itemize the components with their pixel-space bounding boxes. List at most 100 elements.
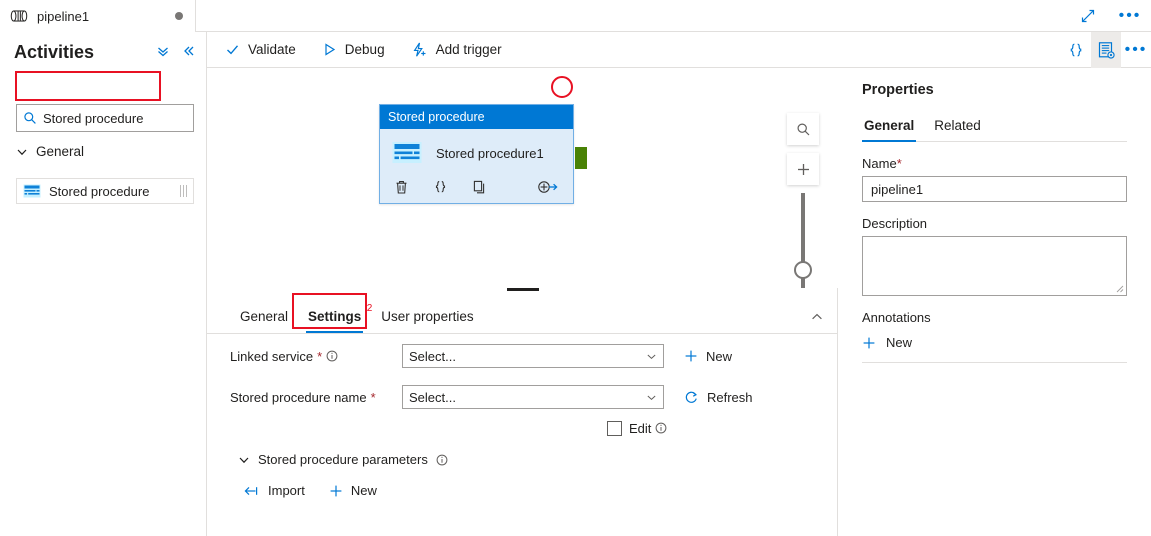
validate-label: Validate bbox=[248, 42, 296, 57]
node-header-label: Stored procedure bbox=[388, 110, 485, 124]
unsaved-changes-dot bbox=[175, 12, 183, 20]
properties-list-icon[interactable] bbox=[1091, 32, 1121, 68]
node-header: Stored procedure bbox=[380, 105, 573, 129]
activity-group-general[interactable]: General bbox=[16, 144, 84, 159]
chevron-up-icon[interactable] bbox=[810, 310, 824, 327]
search-input-value: Stored procedure bbox=[43, 111, 143, 126]
panel-resize-handle[interactable] bbox=[507, 288, 539, 291]
activity-item-stored-procedure[interactable]: Stored procedure bbox=[16, 178, 194, 204]
activity-item-label: Stored procedure bbox=[49, 184, 172, 199]
checkmark-icon bbox=[225, 42, 240, 57]
add-trigger-button[interactable]: Add trigger bbox=[409, 36, 504, 64]
new-annotation-button[interactable]: New bbox=[862, 335, 1127, 363]
new-parameter-label: New bbox=[351, 483, 377, 498]
activities-header-icons bbox=[156, 44, 196, 61]
linked-service-value: Select... bbox=[409, 349, 646, 364]
settings-form: Linked service * Select... bbox=[207, 344, 838, 498]
refresh-button[interactable]: Refresh bbox=[684, 390, 753, 405]
debug-label: Debug bbox=[345, 42, 385, 57]
tab-user-properties-label: User properties bbox=[381, 309, 473, 324]
required-asterisk: * bbox=[897, 156, 902, 171]
new-linked-service-label: New bbox=[706, 349, 732, 364]
linked-service-select[interactable]: Select... bbox=[402, 344, 664, 368]
edit-checkbox-label-text: Edit bbox=[629, 421, 651, 436]
activities-header: Activities bbox=[14, 42, 196, 63]
refresh-label: Refresh bbox=[707, 390, 753, 405]
edit-checkbox[interactable] bbox=[607, 421, 622, 436]
import-arrow-icon bbox=[244, 484, 260, 498]
search-input-wrap: Stored procedure bbox=[16, 104, 194, 132]
tab-user-properties[interactable]: User properties bbox=[371, 309, 483, 333]
stored-procedure-name-label: Stored procedure name * bbox=[230, 390, 402, 405]
validate-button[interactable]: Validate bbox=[223, 36, 298, 64]
activity-detail-panel: General Settings 2 User properties Linke… bbox=[207, 288, 838, 536]
stored-procedure-icon bbox=[392, 141, 424, 165]
activity-group-label: General bbox=[36, 144, 84, 159]
curly-braces-icon[interactable] bbox=[1061, 32, 1091, 68]
properties-title: Properties bbox=[862, 82, 1127, 98]
pipeline-tab[interactable]: pipeline1 bbox=[0, 0, 196, 32]
pipeline-name-label-text: Name bbox=[862, 156, 897, 171]
pipeline-name-input[interactable]: pipeline1 bbox=[862, 176, 1127, 202]
canvas-more-icon[interactable]: ••• bbox=[1121, 32, 1151, 68]
zoom-slider[interactable] bbox=[801, 193, 805, 288]
tab-general[interactable]: General bbox=[230, 309, 298, 333]
stored-procedure-name-select[interactable]: Select... bbox=[402, 385, 664, 409]
activity-node-stored-procedure1[interactable]: Stored procedure Stored procedure1 bbox=[379, 104, 574, 204]
pipeline-canvas[interactable]: Stored procedure Stored procedure1 bbox=[207, 68, 838, 288]
node-activity-name: Stored procedure1 bbox=[436, 146, 544, 161]
properties-panel: Properties General Related Name* pipelin… bbox=[838, 68, 1151, 536]
plus-icon bbox=[862, 336, 876, 350]
annotations-label: Annotations bbox=[862, 310, 1127, 325]
chevron-down-icon bbox=[238, 454, 250, 466]
debug-button[interactable]: Debug bbox=[320, 36, 387, 64]
import-parameters-button[interactable]: Import bbox=[244, 483, 305, 498]
edit-checkbox-row: Edit bbox=[207, 418, 838, 438]
detail-panel-tabs: General Settings 2 User properties bbox=[207, 296, 838, 334]
canvas-toolbar: Validate Debug Add trigger bbox=[207, 32, 1151, 68]
info-icon[interactable] bbox=[436, 454, 448, 466]
pipeline-description-input[interactable] bbox=[862, 236, 1127, 296]
node-main: Stored procedure1 bbox=[380, 129, 573, 165]
resize-grip-icon[interactable] bbox=[1116, 285, 1124, 293]
info-icon[interactable] bbox=[326, 350, 338, 362]
success-output-connector[interactable] bbox=[575, 147, 587, 169]
azure-data-factory-pipeline-editor: pipeline1 ••• Activities bbox=[0, 0, 1151, 536]
tab-general-label: General bbox=[240, 309, 288, 324]
search-icon bbox=[23, 111, 37, 125]
add-trigger-label: Add trigger bbox=[436, 42, 502, 57]
info-icon[interactable] bbox=[655, 422, 667, 434]
clone-icon[interactable] bbox=[472, 179, 487, 195]
chevron-down-icon bbox=[646, 392, 657, 403]
add-output-icon[interactable] bbox=[537, 179, 559, 195]
properties-tab-related[interactable]: Related bbox=[924, 118, 991, 141]
zoom-slider-thumb[interactable] bbox=[794, 261, 812, 279]
red-circle-annotation bbox=[551, 76, 573, 98]
activities-panel: Activities bbox=[0, 32, 207, 536]
search-input[interactable]: Stored procedure bbox=[16, 104, 194, 132]
linked-service-label: Linked service * bbox=[230, 349, 402, 364]
new-linked-service-button[interactable]: New bbox=[684, 349, 732, 364]
required-asterisk: * bbox=[371, 390, 376, 405]
node-body: Stored procedure1 bbox=[380, 129, 573, 203]
linked-service-label-text: Linked service bbox=[230, 349, 313, 364]
plus-icon bbox=[329, 484, 343, 498]
magnifier-icon[interactable] bbox=[787, 113, 819, 145]
drag-handle-icon[interactable] bbox=[180, 185, 187, 197]
new-parameter-button[interactable]: New bbox=[329, 483, 377, 498]
double-chevron-down-icon[interactable] bbox=[156, 44, 170, 61]
properties-tab-general[interactable]: General bbox=[862, 118, 924, 141]
stored-procedure-parameters-section[interactable]: Stored procedure parameters bbox=[207, 452, 838, 467]
chevron-down-icon bbox=[16, 146, 28, 158]
double-chevron-left-icon[interactable] bbox=[182, 44, 196, 61]
zoom-in-plus-icon[interactable] bbox=[787, 153, 819, 185]
delete-icon[interactable] bbox=[394, 179, 409, 195]
expand-diagonal-icon[interactable] bbox=[1075, 3, 1101, 29]
lightning-plus-icon bbox=[411, 42, 428, 58]
code-icon[interactable] bbox=[433, 179, 448, 195]
top-bar-more-icon[interactable]: ••• bbox=[1117, 3, 1143, 29]
stored-procedure-icon bbox=[23, 184, 41, 198]
tab-settings[interactable]: Settings 2 bbox=[298, 309, 371, 333]
tab-settings-label: Settings bbox=[308, 309, 361, 324]
required-asterisk: * bbox=[317, 349, 322, 364]
